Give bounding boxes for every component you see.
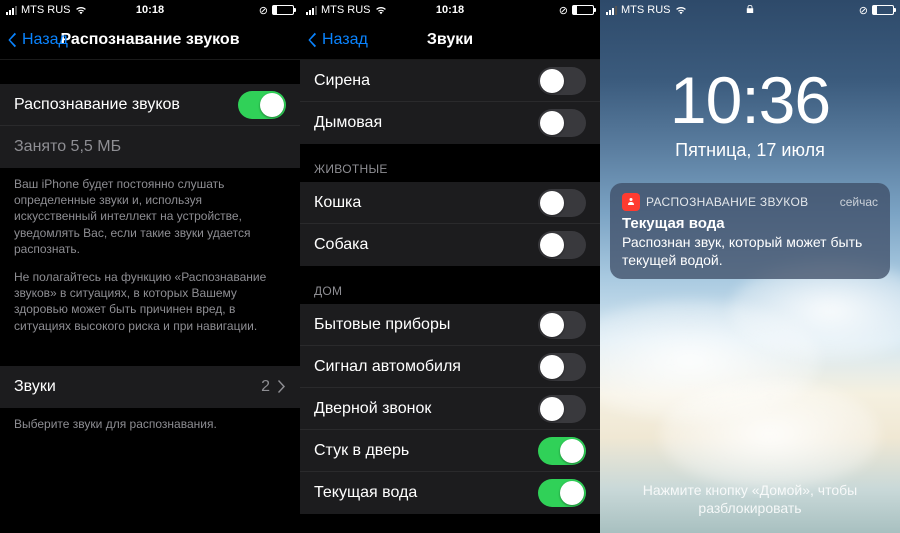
status-bar: MTS RUS ⊘ xyxy=(600,0,900,20)
toggle-home-0[interactable] xyxy=(538,311,586,339)
row-label: Текущая вода xyxy=(314,484,417,502)
description-1: Ваш iPhone будет постоянно слушать опред… xyxy=(0,168,300,265)
sounds-count: 2 xyxy=(261,378,270,396)
back-button[interactable]: Назад xyxy=(6,31,68,49)
toggle-home-2[interactable] xyxy=(538,395,586,423)
row-sounds[interactable]: Звуки 2 xyxy=(0,366,300,408)
row-home-3: Стук в дверь xyxy=(300,430,600,472)
row-label: Кошка xyxy=(314,194,361,212)
signal-icon xyxy=(6,6,17,15)
notification-card[interactable]: РАСПОЗНАВАНИЕ ЗВУКОВ сейчас Текущая вода… xyxy=(610,183,890,279)
row-label: Дымовая xyxy=(314,114,382,132)
phone-1-sound-recognition: MTS RUS 10:18 ⊘ Назад Распознавание звук… xyxy=(0,0,300,533)
notification-app-icon xyxy=(622,193,640,211)
notification-title: Текущая вода xyxy=(622,215,878,232)
row-animal-0: Кошка xyxy=(300,182,600,224)
notification-body: Распознан звук, который может быть текущ… xyxy=(622,233,878,269)
wifi-icon xyxy=(75,6,87,15)
carrier-label: MTS RUS xyxy=(21,4,71,16)
sounds-hint: Выберите звуки для распознавания. xyxy=(0,408,300,440)
signal-icon xyxy=(306,6,317,15)
toggle-animal-0[interactable] xyxy=(538,189,586,217)
notification-time: сейчас xyxy=(840,195,878,209)
row-home-2: Дверной звонок xyxy=(300,388,600,430)
back-label: Назад xyxy=(322,31,368,49)
battery-icon xyxy=(572,5,594,15)
status-bar: MTS RUS 10:18 ⊘ xyxy=(0,0,300,20)
carrier-label: MTS RUS xyxy=(321,4,371,16)
toggle-animal-1[interactable] xyxy=(538,231,586,259)
toggle-sound-recognition[interactable] xyxy=(238,91,286,119)
carrier-label: MTS RUS xyxy=(621,4,671,16)
unlock-hint: Нажмите кнопку «Домой», чтобы разблокиро… xyxy=(600,481,900,517)
phone-3-lockscreen: MTS RUS ⊘ 10:36 Пятница, 17 июля РАСПОЗН… xyxy=(600,0,900,533)
battery-icon xyxy=(272,5,294,15)
row-label: Бытовые приборы xyxy=(314,316,450,334)
page-title: Распознавание звуков xyxy=(60,31,239,49)
sounds-scroll[interactable]: Сирена Дымовая ЖИВОТНЫЕ Кошка Собака ДОМ Б… xyxy=(300,60,600,533)
back-button[interactable]: Назад xyxy=(306,31,368,49)
row-label: Звуки xyxy=(14,378,56,396)
group-home: ДОМ xyxy=(300,266,600,304)
row-top-0: Сирена xyxy=(300,60,600,102)
row-label: Сирена xyxy=(314,72,370,90)
group-animals: ЖИВОТНЫЕ xyxy=(300,144,600,182)
orientation-lock-icon: ⊘ xyxy=(859,4,868,17)
row-label: Собака xyxy=(314,236,368,254)
back-label: Назад xyxy=(22,31,68,49)
row-storage: Занято 5,5 МБ xyxy=(0,126,300,168)
group-people: ЛЮДИ xyxy=(300,514,600,533)
orientation-lock-icon: ⊘ xyxy=(259,4,268,17)
toggle-home-1[interactable] xyxy=(538,353,586,381)
row-main-toggle: Распознавание звуков xyxy=(0,84,300,126)
toggle-home-4[interactable] xyxy=(538,479,586,507)
toggle-home-3[interactable] xyxy=(538,437,586,465)
phone-2-sounds-list: MTS RUS 10:18 ⊘ Назад Звуки Сирена Дымова… xyxy=(300,0,600,533)
chevron-right-icon xyxy=(278,380,286,393)
toggle-top-0[interactable] xyxy=(538,67,586,95)
chevron-left-icon xyxy=(6,31,18,49)
row-home-1: Сигнал автомобиля xyxy=(300,346,600,388)
description-2: Не полагайтесь на функцию «Распознавание… xyxy=(0,265,300,342)
row-label: Дверной звонок xyxy=(314,400,431,418)
status-time: 10:18 xyxy=(136,4,164,16)
row-animal-1: Собака xyxy=(300,224,600,266)
storage-label: Занято 5,5 МБ xyxy=(14,138,121,156)
signal-icon xyxy=(606,6,617,15)
wifi-icon xyxy=(675,6,687,15)
row-home-4: Текущая вода xyxy=(300,472,600,514)
chevron-left-icon xyxy=(306,31,318,49)
row-label: Распознавание звуков xyxy=(14,96,180,114)
lock-time: 10:36 xyxy=(600,62,900,138)
status-bar: MTS RUS 10:18 ⊘ xyxy=(300,0,600,20)
wifi-icon xyxy=(375,6,387,15)
lock-date: Пятница, 17 июля xyxy=(600,140,900,161)
toggle-top-1[interactable] xyxy=(538,109,586,137)
nav-header: Назад Распознавание звуков xyxy=(0,20,300,60)
notification-app-name: РАСПОЗНАВАНИЕ ЗВУКОВ xyxy=(646,195,808,209)
row-label: Стук в дверь xyxy=(314,442,409,460)
row-home-0: Бытовые приборы xyxy=(300,304,600,346)
orientation-lock-icon: ⊘ xyxy=(559,4,568,17)
row-label: Сигнал автомобиля xyxy=(314,358,461,376)
status-time: 10:18 xyxy=(436,4,464,16)
lock-icon xyxy=(746,4,754,17)
battery-icon xyxy=(872,5,894,15)
page-title: Звуки xyxy=(427,31,473,49)
row-top-1: Дымовая xyxy=(300,102,600,144)
nav-header: Назад Звуки xyxy=(300,20,600,60)
